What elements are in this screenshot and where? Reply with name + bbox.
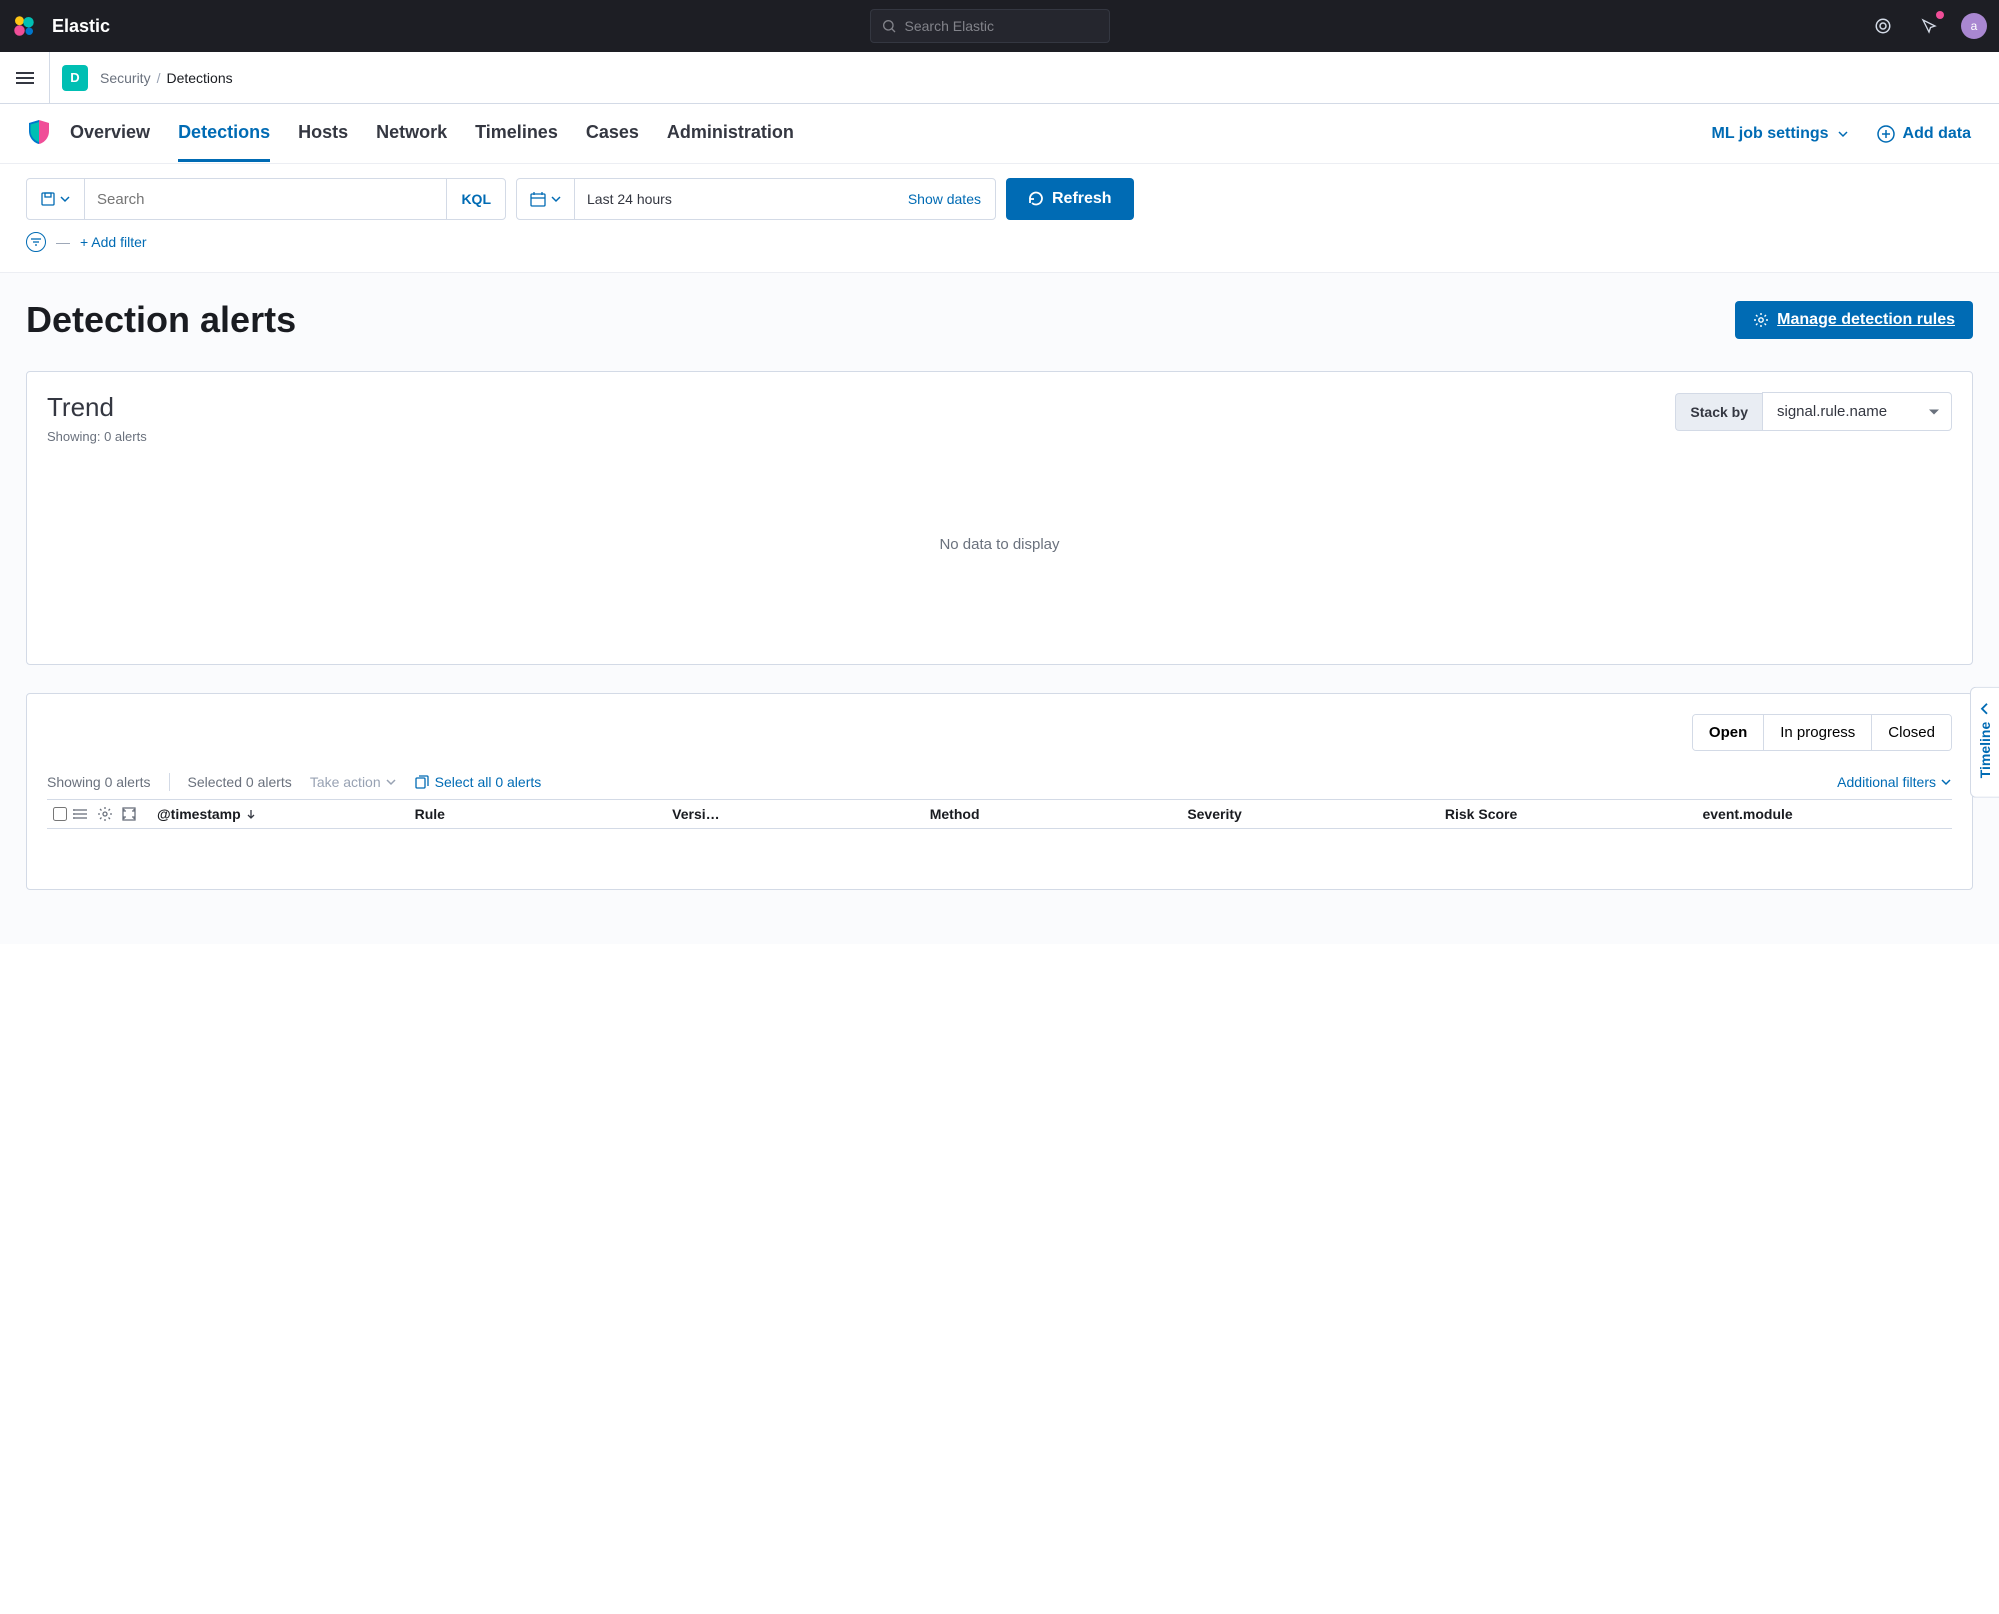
plus-circle-icon xyxy=(1877,125,1895,143)
page-title: Detection alerts xyxy=(26,299,296,341)
user-avatar[interactable]: a xyxy=(1961,13,1987,39)
date-quick-select[interactable] xyxy=(517,179,575,219)
col-risk-score[interactable]: Risk Score xyxy=(1437,806,1695,822)
col-severity[interactable]: Severity xyxy=(1179,806,1437,822)
nav-toggle-button[interactable] xyxy=(0,52,50,104)
trend-empty-state: No data to display xyxy=(47,444,1952,644)
saved-query-button[interactable] xyxy=(27,179,85,219)
chevron-down-icon xyxy=(1940,776,1952,788)
add-filter-button[interactable]: + Add filter xyxy=(80,234,147,250)
stack-by-select[interactable]: signal.rule.name xyxy=(1762,392,1952,431)
gear-icon[interactable] xyxy=(97,806,113,822)
col-event-module[interactable]: event.module xyxy=(1694,806,1952,822)
tab-overview[interactable]: Overview xyxy=(70,106,150,162)
col-timestamp[interactable]: @timestamp xyxy=(149,806,407,822)
global-search-input[interactable]: Search Elastic xyxy=(870,9,1110,43)
select-all-button[interactable]: Select all 0 alerts xyxy=(415,774,542,790)
refresh-button[interactable]: Refresh xyxy=(1006,178,1134,220)
news-feed-icon[interactable] xyxy=(1915,12,1943,40)
chevron-down-icon xyxy=(1837,128,1849,140)
tab-detections[interactable]: Detections xyxy=(178,106,270,162)
breadcrumb-separator: / xyxy=(157,70,161,86)
alerts-showing: Showing 0 alerts xyxy=(47,774,151,790)
chevron-down-icon xyxy=(385,776,397,788)
query-input[interactable] xyxy=(85,179,446,219)
breadcrumb-section[interactable]: Security xyxy=(100,70,151,86)
alerts-panel: Open In progress Closed Showing 0 alerts… xyxy=(26,693,1973,890)
hamburger-icon xyxy=(16,71,34,85)
status-closed[interactable]: Closed xyxy=(1872,715,1951,750)
status-in-progress[interactable]: In progress xyxy=(1764,715,1872,750)
brand-name: Elastic xyxy=(52,16,110,37)
col-method[interactable]: Method xyxy=(922,806,1180,822)
show-dates-button[interactable]: Show dates xyxy=(894,179,995,219)
add-data-button[interactable]: Add data xyxy=(1877,125,1971,143)
filter-dash: — xyxy=(56,234,70,250)
app-badge: D xyxy=(62,65,88,91)
stack-by-label: Stack by xyxy=(1675,393,1762,431)
fullscreen-icon[interactable] xyxy=(121,806,137,822)
manage-detection-rules-button[interactable]: Manage detection rules xyxy=(1735,301,1973,339)
refresh-icon xyxy=(1028,191,1044,207)
timeline-flyout-handle[interactable]: Timeline xyxy=(1970,687,1999,798)
tab-cases[interactable]: Cases xyxy=(586,106,639,162)
filter-icon xyxy=(30,236,42,248)
select-all-checkbox[interactable] xyxy=(53,807,67,821)
alerts-table-header: @timestamp Rule Versi… Method Severity R… xyxy=(47,799,1952,829)
time-range-display[interactable]: Last 24 hours xyxy=(575,179,894,219)
search-icon xyxy=(881,18,897,34)
help-icon[interactable] xyxy=(1869,12,1897,40)
security-app-icon xyxy=(28,119,50,148)
alerts-selected: Selected 0 alerts xyxy=(188,774,292,790)
filter-options-button[interactable] xyxy=(26,232,46,252)
alert-status-tabs: Open In progress Closed xyxy=(1692,714,1952,751)
tab-network[interactable]: Network xyxy=(376,106,447,162)
sort-desc-icon xyxy=(245,808,257,820)
tab-timelines[interactable]: Timelines xyxy=(475,106,558,162)
col-rule[interactable]: Rule xyxy=(407,806,665,822)
notification-dot xyxy=(1936,11,1944,19)
chevron-down-icon xyxy=(59,193,71,205)
trend-panel: Trend Showing: 0 alerts Stack by signal.… xyxy=(26,371,1973,665)
pages-select-icon xyxy=(415,775,429,789)
chevron-left-icon xyxy=(1978,702,1992,716)
take-action-button[interactable]: Take action xyxy=(310,774,397,790)
disk-icon xyxy=(41,192,55,206)
additional-filters-button[interactable]: Additional filters xyxy=(1837,774,1952,790)
ml-job-settings-button[interactable]: ML job settings xyxy=(1712,125,1849,143)
event-renderer-icon[interactable] xyxy=(73,806,89,822)
tab-hosts[interactable]: Hosts xyxy=(298,106,348,162)
trend-showing: Showing: 0 alerts xyxy=(47,429,147,444)
gear-icon xyxy=(1753,312,1769,328)
tab-administration[interactable]: Administration xyxy=(667,106,794,162)
chevron-down-icon xyxy=(550,193,562,205)
calendar-icon xyxy=(530,191,546,207)
breadcrumb-current: Detections xyxy=(166,70,232,86)
col-version[interactable]: Versi… xyxy=(664,806,922,822)
status-open[interactable]: Open xyxy=(1693,715,1764,750)
global-search-placeholder: Search Elastic xyxy=(905,18,994,34)
trend-title: Trend xyxy=(47,392,147,423)
kql-toggle[interactable]: KQL xyxy=(446,179,505,219)
elastic-logo-icon[interactable] xyxy=(12,14,36,38)
